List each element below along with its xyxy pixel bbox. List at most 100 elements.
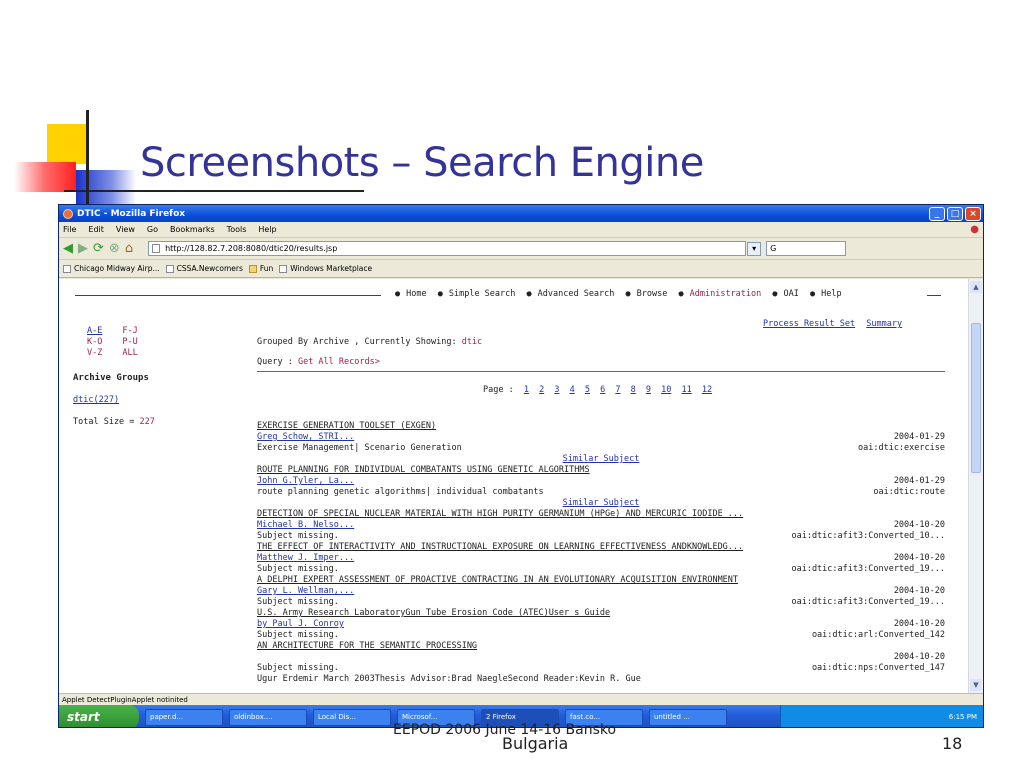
pager: Page : 1 2 3 4 5 6 7 8 9 10 11 12 [483,385,712,395]
page-link[interactable]: 3 [554,385,559,395]
bookmark-label: CSSA.Newcomers [176,264,243,273]
search-input[interactable]: G [766,241,847,256]
result-oai: oai:dtic:afit3:Converted_19... [791,597,945,607]
result-title[interactable]: THE EFFECT OF INTERACTIVITY AND INSTRUCT… [257,542,743,552]
reload-icon[interactable]: ⟳ [93,241,104,256]
maximize-button[interactable]: □ [947,206,963,221]
page-icon [152,244,161,253]
result-oai: oai:dtic:arl:Converted_142 [811,630,945,640]
scroll-up-icon[interactable]: ▲ [970,281,982,293]
nav-divider-end [927,295,941,296]
page-link[interactable]: 1 [524,385,529,395]
query-line: Query : Get All Records> [257,357,380,367]
menu-file[interactable]: File [63,225,76,234]
nav-home[interactable]: Home [406,289,426,299]
back-arrow-icon[interactable]: ◀ [63,241,73,256]
alpha-a-e[interactable]: A-E [87,326,102,336]
bullet-icon: ● [772,289,778,299]
alpha-f-j[interactable]: F-J [122,326,137,336]
nav-oai[interactable]: OAI [784,289,799,299]
result-author[interactable]: Matthew J. Imper... [257,553,354,563]
scroll-thumb[interactable] [971,323,981,473]
bookmark-item[interactable]: Fun [248,264,273,273]
similar-subject-link[interactable]: Similar Subject [563,454,640,464]
start-button[interactable]: start [59,705,139,727]
total-size: Total Size = 227 [73,417,155,427]
decor-yellow-square [47,124,87,164]
taskbar-item[interactable]: oldinbox.... [229,708,307,726]
result-title[interactable]: EXERCISE GENERATION TOOLSET (EXGEN) [257,421,436,431]
alpha-p-u[interactable]: P-U [122,337,137,347]
vertical-scrollbar[interactable]: ▲ ▼ [968,279,983,693]
result-subject: Subject missing. [257,564,339,574]
result-author[interactable]: Gary L. Wellman,... [257,586,354,596]
result-title[interactable]: ROUTE PLANNING FOR INDIVIDUAL COMBATANTS… [257,465,590,475]
alpha-all[interactable]: ALL [122,348,137,358]
home-icon[interactable]: ⌂ [125,241,133,256]
menu-edit[interactable]: Edit [88,225,104,234]
browser-window: DTIC - Mozilla Firefox _ □ × File Edit V… [58,204,984,728]
alpha-index: A-E F-J K-O P-U V-Z ALL [87,326,138,359]
close-button[interactable]: × [965,206,981,221]
menu-bookmarks[interactable]: Bookmarks [170,225,215,234]
menu-help[interactable]: Help [258,225,276,234]
alpha-k-o[interactable]: K-O [87,337,102,347]
grouped-value: dtic [461,337,483,347]
result-title[interactable]: U.S. Army Research LaboratoryGun Tube Er… [257,608,610,618]
page-link[interactable]: 2 [539,385,544,395]
decor-blue-bar [76,170,136,204]
minimize-button[interactable]: _ [929,206,945,221]
stop-icon[interactable]: ⊗ [109,241,120,256]
page-link[interactable]: 4 [570,385,575,395]
forward-arrow-icon[interactable]: ▶ [78,241,88,256]
nav-browse[interactable]: Browse [637,289,668,299]
taskbar-item[interactable]: paper.d... [145,708,223,726]
page-link[interactable]: 6 [600,385,605,395]
page-link[interactable]: 5 [585,385,590,395]
page-link[interactable]: 9 [646,385,651,395]
result-title[interactable]: DETECTION OF SPECIAL NUCLEAR MATERIAL WI… [257,509,743,519]
menu-go[interactable]: Go [147,225,158,234]
page-link[interactable]: 8 [631,385,636,395]
url-dropdown-icon[interactable]: ▾ [747,241,762,256]
decor-horizontal-line [64,190,364,192]
nav-simple-search[interactable]: Simple Search [449,289,516,299]
archive-dtic-link[interactable]: dtic(227) [73,395,119,405]
nav-help[interactable]: Help [821,289,841,299]
page-link[interactable]: 12 [702,385,712,395]
result-title[interactable]: AN ARCHITECTURE FOR THE SEMANTIC PROCESS… [257,641,477,651]
bookmark-item[interactable]: CSSA.Newcomers [165,264,243,273]
nav-administration[interactable]: Administration [690,289,762,299]
clock: 6:15 PM [948,713,977,721]
total-size-value: 227 [139,417,155,427]
summary-link[interactable]: Summary [866,319,902,329]
result-date: 2004-10-20 [893,652,945,662]
nav-advanced-search[interactable]: Advanced Search [538,289,615,299]
bookmark-item[interactable]: Windows Marketplace [279,264,372,273]
result-author[interactable]: Greg Schow, STRI... [257,432,354,442]
taskbar-item[interactable]: untitled ... [649,708,727,726]
window-titlebar: DTIC - Mozilla Firefox _ □ × [59,205,983,222]
taskbar-item[interactable]: Local Dis... [313,708,391,726]
folder-icon [248,265,257,273]
result-author[interactable]: by Paul J. Conroy [257,619,344,629]
result-oai: oai:dtic:nps:Converted_147 [811,663,945,673]
page-link[interactable]: 11 [681,385,691,395]
page-link[interactable]: 10 [661,385,671,395]
menu-tools[interactable]: Tools [227,225,247,234]
menu-view[interactable]: View [116,225,135,234]
result-author[interactable]: John G.Tyler, La... [257,476,354,486]
process-result-set-link[interactable]: Process Result Set [763,319,855,329]
results-list: EXERCISE GENERATION TOOLSET (EXGEN) Greg… [257,421,945,685]
window-title: DTIC - Mozilla Firefox [77,208,186,219]
result-author[interactable]: Michael B. Nelso... [257,520,354,530]
bookmark-item[interactable]: Chicago Midway Airp... [63,264,160,273]
alpha-v-z[interactable]: V-Z [87,348,102,358]
result-date: 2004-01-29 [893,476,945,486]
url-field[interactable]: http://128.82.7.208:8080/dtic20/results.… [148,241,747,256]
similar-subject-link[interactable]: Similar Subject [563,498,640,508]
scroll-down-icon[interactable]: ▼ [970,679,982,691]
result-title[interactable]: A DELPHI EXPERT ASSESSMENT OF PROACTIVE … [257,575,738,585]
result-subject: Subject missing. [257,630,339,640]
page-link[interactable]: 7 [615,385,620,395]
